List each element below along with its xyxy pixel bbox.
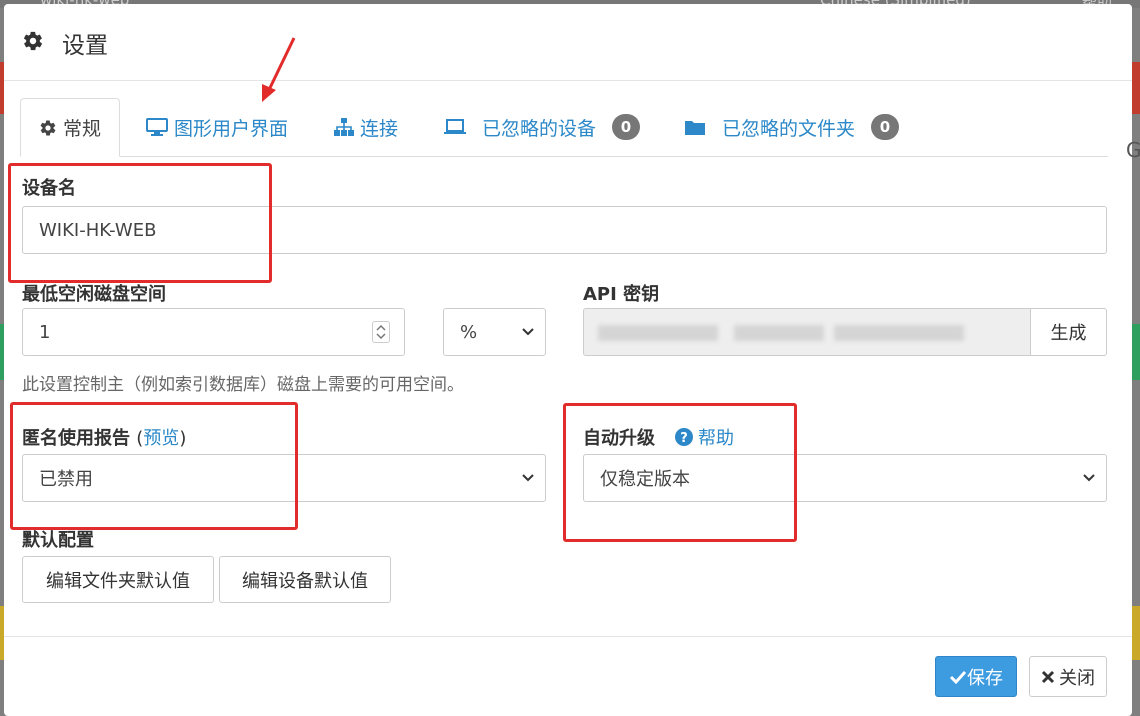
monitor-icon [146, 118, 168, 136]
close-button[interactable]: 关闭 [1029, 656, 1107, 697]
background-green-bar-right [1132, 324, 1140, 380]
api-key-redacted [834, 325, 964, 341]
api-key-redacted [734, 325, 824, 341]
generate-api-key-button[interactable]: 生成 [1030, 308, 1107, 356]
min-disk-hint: 此设置控制主（例如索引数据库）磁盘上需要的可用空间。 [22, 375, 464, 395]
gear-icon [23, 31, 43, 51]
min-disk-unit-value: % [460, 321, 478, 343]
annotation-box-usage-report [10, 402, 298, 530]
stepper-arrows-icon [376, 324, 386, 340]
modal-header: 设置 [4, 4, 1132, 81]
min-disk-value: 1 [39, 321, 51, 343]
ignored-devices-badge: 0 [612, 114, 641, 140]
edit-folder-defaults-button[interactable]: 编辑文件夹默认值 [22, 556, 214, 603]
tab-ignored-devices[interactable]: 已忽略的设备 0 [442, 98, 641, 156]
chevron-down-icon [522, 474, 534, 482]
tab-connections-label: 连接 [360, 117, 399, 140]
background-red-bar-right [1132, 62, 1140, 114]
api-key-field[interactable] [583, 308, 1031, 356]
settings-tabs: 常规 图形用户界面 连接 已忽略的设备 0 已忽略的文件夹 0 [20, 98, 1108, 157]
tab-gui-label: 图形用户界面 [174, 117, 289, 140]
tab-ignored-folders[interactable]: 已忽略的文件夹 0 [684, 98, 900, 156]
chevron-down-icon [1083, 474, 1095, 482]
close-icon [1041, 670, 1055, 683]
chevron-down-icon [522, 328, 534, 336]
annotation-arrow [262, 37, 296, 102]
tab-gui[interactable]: 图形用户界面 [146, 98, 288, 156]
number-stepper[interactable] [372, 321, 390, 343]
min-disk-label: 最低空闲磁盘空间 [22, 284, 166, 305]
api-key-redacted [598, 325, 718, 341]
modal-title: 设置 [62, 33, 108, 59]
background-yellow-bar-right [1132, 606, 1140, 660]
tab-ignored-folders-label: 已忽略的文件夹 [722, 117, 856, 140]
tab-ignored-devices-label: 已忽略的设备 [482, 117, 597, 140]
min-disk-input[interactable]: 1 [22, 308, 405, 356]
folder-icon [685, 121, 705, 135]
laptop-icon [444, 119, 466, 134]
edit-device-defaults-button[interactable]: 编辑设备默认值 [219, 556, 391, 603]
footer-divider [4, 636, 1132, 637]
ignored-folders-badge: 0 [871, 114, 900, 140]
api-key-label: API 密钥 [583, 284, 660, 305]
tab-connections[interactable]: 连接 [334, 98, 398, 156]
settings-modal: 设置 常规 图形用户界面 连接 已忽略的设备 0 已忽略的文件夹 0 设备名 W… [4, 4, 1132, 716]
annotation-box-auto-upgrade [563, 403, 797, 542]
close-button-label: 关闭 [1059, 667, 1095, 689]
save-button[interactable]: 保存 [935, 656, 1017, 697]
annotation-box-device-name [8, 163, 272, 283]
sitemap-icon [334, 118, 354, 136]
gear-icon [40, 120, 56, 135]
save-button-label: 保存 [967, 667, 1003, 689]
tab-general[interactable]: 常规 [20, 98, 121, 157]
tab-general-label: 常规 [63, 118, 102, 140]
check-icon [949, 670, 967, 684]
min-disk-unit-select[interactable]: % [443, 308, 546, 356]
background-edge-letter: G [1126, 138, 1140, 162]
